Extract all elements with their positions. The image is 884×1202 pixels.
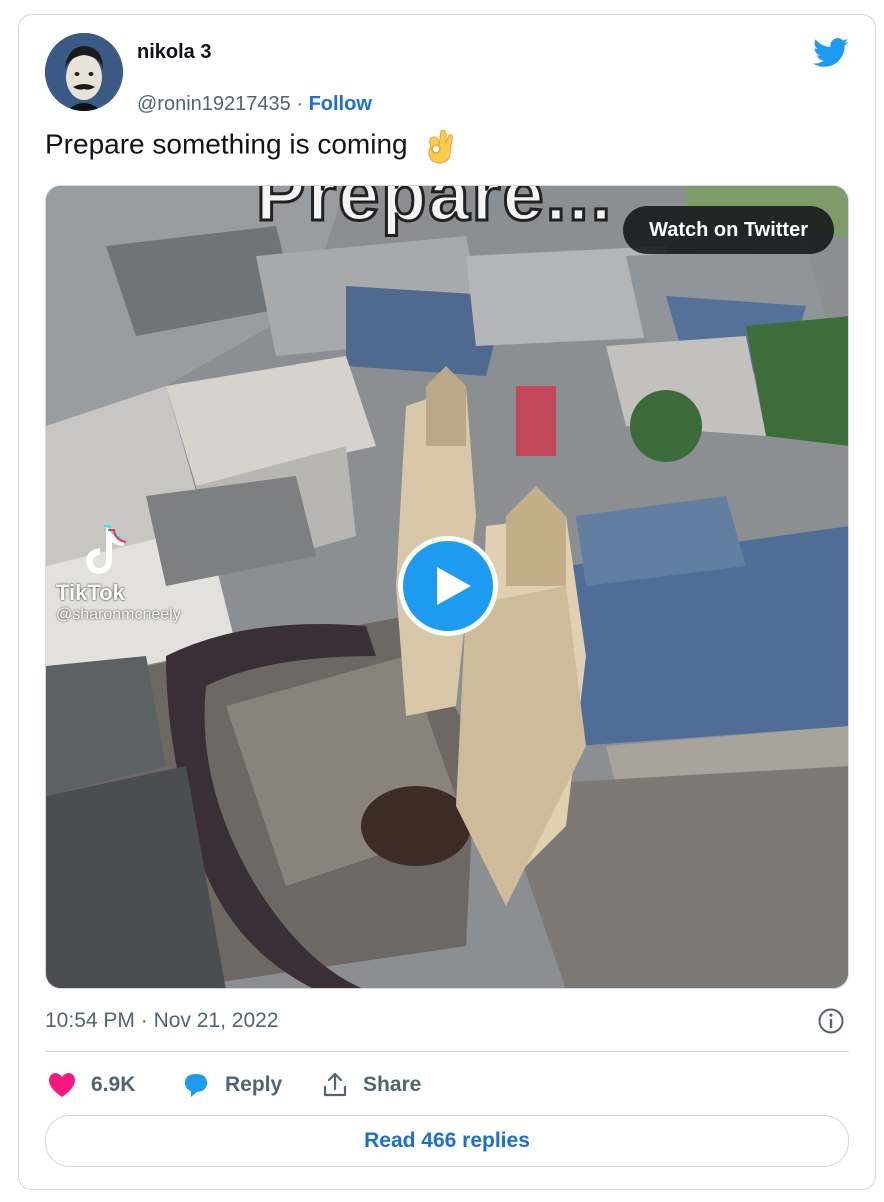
tiktok-logo-icon — [86, 525, 127, 574]
reply-button[interactable]: Reply — [181, 1065, 282, 1105]
reply-label: Reply — [225, 1073, 283, 1096]
share-label: Share — [363, 1073, 422, 1096]
tweet-text: Prepare something is coming — [45, 128, 408, 160]
follow-button[interactable]: Follow — [309, 93, 372, 115]
share-icon — [323, 1072, 347, 1097]
ok-hand-emoji-icon — [428, 129, 454, 164]
heart-icon — [49, 1073, 75, 1097]
tweet-card: nikola 3 @ronin19217435 · Follow Prepare… — [18, 14, 876, 1190]
author-name[interactable]: nikola 3 — [137, 41, 211, 64]
tweet-text-row: Prepare something is coming — [45, 127, 457, 165]
share-button[interactable]: Share — [321, 1065, 421, 1105]
tiktok-username: @sharonmcneely — [56, 606, 181, 623]
video-player[interactable]: Prepare... Watch on Twitter TikTok @shar… — [45, 185, 849, 989]
tweet-actions: 6.9K Reply Share — [45, 1065, 849, 1105]
twitter-bird-icon[interactable] — [813, 37, 849, 69]
author-handle-row: @ronin19217435 · Follow — [137, 93, 372, 116]
reply-bubble-icon — [185, 1074, 207, 1097]
author-handle[interactable]: @ronin19217435 — [137, 93, 291, 115]
play-icon — [437, 567, 471, 605]
info-icon[interactable] — [817, 1007, 845, 1035]
play-button[interactable] — [398, 536, 498, 636]
video-overlay-text: Prepare... — [254, 185, 614, 238]
like-count: 6.9K — [91, 1073, 136, 1096]
tweet-time: 10:54 PM — [45, 1009, 135, 1032]
timestamp-separator: · — [140, 1009, 148, 1032]
tweet-timestamp[interactable]: 10:54 PM · Nov 21, 2022 — [45, 1009, 279, 1033]
tiktok-watermark: TikTok @sharonmcneely — [56, 524, 181, 624]
tweet-date: Nov 21, 2022 — [153, 1009, 279, 1032]
handle-separator: · — [296, 93, 303, 115]
avatar[interactable] — [45, 33, 123, 111]
tweet-header: nikola 3 @ronin19217435 · Follow — [45, 33, 849, 116]
divider — [45, 1051, 849, 1052]
tiktok-brand: TikTok — [56, 580, 125, 605]
watch-on-twitter-button[interactable]: Watch on Twitter — [623, 206, 834, 254]
read-replies-button[interactable]: Read 466 replies — [45, 1115, 849, 1167]
like-button[interactable]: 6.9K — [47, 1065, 135, 1105]
